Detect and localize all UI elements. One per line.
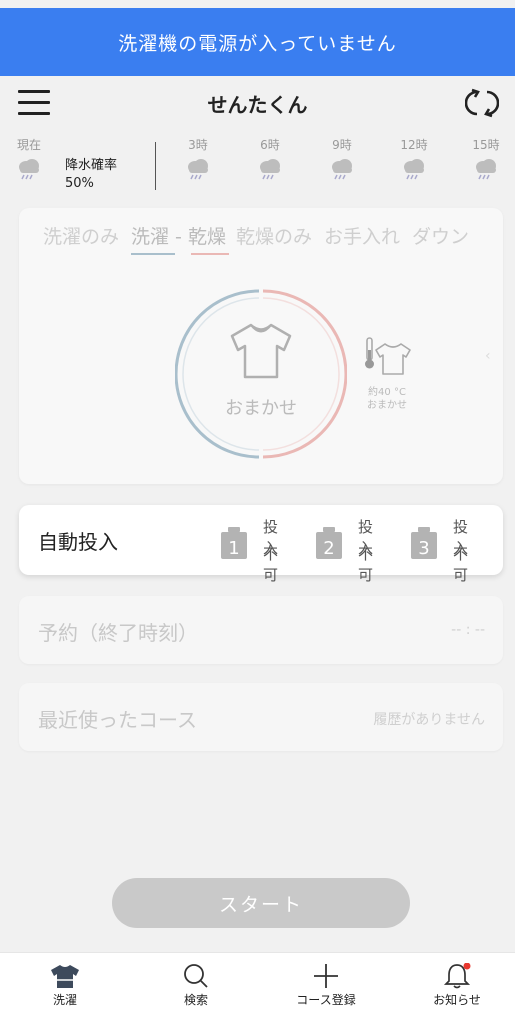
nav-label: 検索 (183, 993, 208, 1007)
plus-icon (314, 964, 338, 988)
weather-now: 現在 (9, 136, 49, 181)
nav-item-wash[interactable]: 洗濯 (15, 959, 115, 1019)
bell-icon (443, 963, 471, 989)
recent-course-card[interactable]: 最近使ったコース 履歴がありません (19, 683, 503, 751)
shirt-icon (230, 323, 292, 379)
forecast-time: 3時 (188, 138, 208, 152)
forecast-time: 6時 (260, 138, 280, 152)
notification-dot (463, 963, 471, 970)
detergent-bottle-icon: 1 (221, 527, 247, 559)
wash-underline (131, 253, 176, 255)
recent-course-empty: 履歴がありません (373, 712, 485, 728)
bottom-navigation: 洗濯 検索 コース登録 お知らせ (0, 952, 515, 1024)
side-course-name: おまかせ (367, 400, 407, 411)
search-icon (184, 964, 208, 988)
svg-text:2: 2 (323, 538, 334, 559)
forecast-time: 12時 (400, 138, 428, 152)
forecast-item: 3時 (178, 136, 218, 181)
forecast-item: 6時 (250, 136, 290, 181)
tab-wash-dry-label: 洗濯 - 乾燥 (131, 226, 226, 248)
tab-dry-only[interactable]: 乾燥のみ (236, 222, 312, 249)
reservation-title: 予約（終了時刻） (38, 621, 198, 645)
rain-cloud-icon (260, 159, 280, 180)
detergent-bottle-icon: 2 (316, 527, 342, 559)
app-bar: せんたくん (0, 76, 515, 130)
forecast-time: 15時 (472, 138, 500, 152)
shirt-icon (51, 965, 79, 988)
weather-divider (155, 142, 156, 190)
rain-probability-value: 50% (65, 176, 94, 191)
rain-cloud-icon (19, 159, 39, 180)
tab-wash-dry[interactable]: 洗濯 - 乾燥 (131, 222, 230, 255)
selected-course-label: おまかせ (225, 398, 297, 419)
hamburger-menu-icon[interactable] (18, 90, 50, 116)
slot-status-2: 不可 (358, 545, 374, 584)
weather-forecast: 現在 降水確率 50% 3時 6時 9時 12時 15時 (0, 136, 515, 196)
forecast-item: 9時 (322, 136, 362, 181)
nav-label: 洗濯 (52, 993, 77, 1007)
auto-dispense-title: 自動投入 (38, 530, 118, 554)
forecast-time: 9時 (332, 138, 352, 152)
weather-now-label: 現在 (16, 138, 41, 152)
forecast-item: 15時 (466, 136, 506, 181)
nav-label: お知らせ (433, 993, 481, 1007)
nav-item-notifications[interactable]: お知らせ (407, 959, 507, 1019)
svg-text:3: 3 (418, 538, 429, 559)
tab-care[interactable]: お手入れ (324, 222, 400, 249)
recent-course-title: 最近使ったコース (38, 708, 197, 732)
side-course-temp: 約40 °C (368, 387, 406, 398)
course-dial[interactable]: おまかせ (174, 288, 348, 460)
rain-cloud-icon (188, 159, 208, 180)
rain-probability-label: 降水確率 (65, 158, 118, 173)
slot-status-2: 不可 (453, 545, 469, 584)
forecast-item: 12時 (394, 136, 434, 181)
nav-item-course-register[interactable]: コース登録 (276, 959, 376, 1019)
app-title: せんたくん (207, 92, 308, 117)
rain-cloud-icon (332, 159, 352, 180)
rain-cloud-icon (404, 159, 424, 180)
side-course-text[interactable]: 約40 °C おまかせ (357, 386, 417, 412)
start-button[interactable]: スタート (112, 878, 410, 928)
course-selector-card: 洗濯のみ 洗濯 - 乾燥 乾燥のみ お手入れ ダウン おまかせ 約40 °C お… (19, 208, 503, 484)
tab-wash-only[interactable]: 洗濯のみ (43, 222, 119, 249)
next-course-peek: ‹ (485, 348, 491, 364)
auto-dispense-card[interactable]: 自動投入 1 投入 不可 2 投入 不可 3 投入 不可 (19, 505, 503, 584)
power-off-banner: 洗濯機の電源が入っていません (0, 8, 515, 76)
rain-cloud-icon (476, 159, 496, 180)
dry-underline (191, 253, 230, 255)
nav-label: コース登録 (296, 993, 356, 1007)
slot-status-2: 不可 (263, 545, 279, 584)
reservation-time: -- : -- (451, 622, 485, 638)
reservation-card[interactable]: 予約（終了時刻） -- : -- (19, 596, 503, 664)
svg-text:1: 1 (228, 538, 239, 559)
tab-down[interactable]: ダウン (412, 222, 469, 249)
banner-text: 洗濯機の電源が入っていません (118, 32, 397, 55)
mode-tabs: 洗濯のみ 洗濯 - 乾燥 乾燥のみ お手入れ ダウン (43, 222, 481, 255)
thermometer-shirt-icon[interactable] (363, 336, 411, 380)
refresh-icon[interactable] (465, 86, 499, 120)
detergent-bottle-icon: 3 (411, 527, 437, 559)
nav-item-search[interactable]: 検索 (146, 959, 246, 1019)
